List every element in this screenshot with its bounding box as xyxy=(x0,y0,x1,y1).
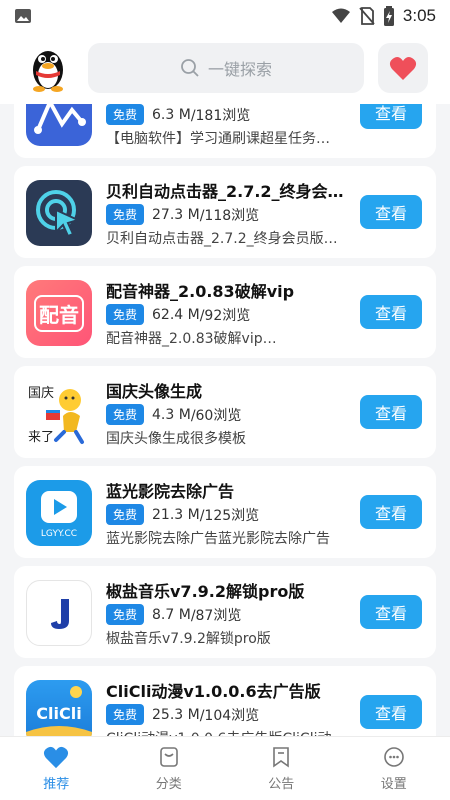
national-day-avatar-icon: 国庆 来了 xyxy=(26,380,92,446)
list-item[interactable]: 配音 配音神器_2.0.83破解vip 免费 62.4 M/92浏览 配音神器_… xyxy=(14,266,436,358)
app-views: /87浏览 xyxy=(190,607,242,624)
view-button[interactable]: 查看 xyxy=(360,595,422,629)
tab-label: 设置 xyxy=(380,777,407,792)
free-badge: 免费 xyxy=(106,304,145,325)
clock: 3:05 xyxy=(402,6,436,25)
no-sim-icon xyxy=(359,7,375,25)
list-item[interactable]: 国庆 来了 国庆头像生成 免费 4.3 M/60浏览 国庆头像生成很多模板 查看 xyxy=(14,366,436,458)
tab-category[interactable]: 分类 xyxy=(113,737,226,800)
app-desc: 国庆头像生成很多模板 xyxy=(106,431,246,447)
free-badge: 免费 xyxy=(106,204,145,225)
app-title: 配音神器_2.0.83破解vip xyxy=(106,282,295,301)
app-views: /60浏览 xyxy=(190,407,242,424)
peiyin-logo-icon: 配音 xyxy=(26,280,92,346)
app-size: 8.7 M xyxy=(152,606,191,623)
icon-label: LGYY.CC xyxy=(40,529,78,539)
icon-label: CliCli xyxy=(36,703,82,723)
view-button[interactable]: 查看 xyxy=(360,395,422,429)
search-icon xyxy=(181,59,199,77)
view-button[interactable]: 查看 xyxy=(360,495,422,529)
app-desc: CliCli动漫v1.0.0.6去广告版CliCli动… xyxy=(106,728,354,736)
tab-label: 公告 xyxy=(268,777,295,792)
app-size: 25.3 M xyxy=(152,706,200,723)
jiaoyan-music-icon xyxy=(26,580,92,646)
icon-label: 配音 xyxy=(34,294,84,332)
app-desc: 配音神器_2.0.83破解vip… xyxy=(106,331,277,347)
app-views: /104浏览 xyxy=(199,707,260,724)
bag-icon xyxy=(159,747,178,767)
app-desc: 蓝光影院去除广告蓝光影院去除广告 xyxy=(106,531,330,547)
app-views: /125浏览 xyxy=(199,507,260,524)
view-button[interactable]: 查看 xyxy=(360,295,422,329)
battery-charging-icon xyxy=(383,6,394,26)
app-views: /118浏览 xyxy=(199,207,260,224)
view-button[interactable]: 查看 xyxy=(360,195,422,229)
tab-announcement[interactable]: 公告 xyxy=(225,737,338,800)
app-views: /181浏览 xyxy=(190,107,251,124)
clicli-logo-icon: CliCli xyxy=(26,680,92,736)
app-title: 椒盐音乐v7.9.2解锁pro版 xyxy=(106,582,305,601)
free-badge: 免费 xyxy=(106,104,145,125)
avatar[interactable] xyxy=(22,42,74,94)
bookmark-icon xyxy=(273,747,290,768)
search-input[interactable]: 一键探索 xyxy=(88,43,364,93)
tab-label: 分类 xyxy=(155,777,182,792)
list-item[interactable]: 免费 6.3 M/181浏览 【电脑软件】学习通刷课超星任务… 查看 xyxy=(14,104,436,158)
list-item[interactable]: CliCli CliCli动漫v1.0.0.6去广告版 免费 25.3 M/10… xyxy=(14,666,436,736)
app-size: 4.3 M xyxy=(152,406,191,423)
app-size: 21.3 M xyxy=(152,506,200,523)
route-path-icon xyxy=(26,104,92,146)
header: 一键探索 xyxy=(0,32,450,104)
app-desc: 椒盐音乐v7.9.2解锁pro版 xyxy=(106,631,271,647)
favorites-button[interactable] xyxy=(378,43,428,93)
list-item[interactable]: 椒盐音乐v7.9.2解锁pro版 免费 8.7 M/87浏览 椒盐音乐v7.9.… xyxy=(14,566,436,658)
heart-icon xyxy=(389,57,417,80)
auto-click-cursor-icon xyxy=(26,180,92,246)
play-button-icon: LGYY.CC xyxy=(26,480,92,546)
app-desc: 【电脑软件】学习通刷课超星任务… xyxy=(106,131,330,147)
app-title: CliCli动漫v1.0.0.6去广告版 xyxy=(106,682,321,701)
free-badge: 免费 xyxy=(106,404,145,425)
list-item[interactable]: LGYY.CC 蓝光影院去除广告 免费 21.3 M/125浏览 蓝光影院去除广… xyxy=(14,466,436,558)
app-desc: 贝利自动点击器_2.7.2_终身会员版… xyxy=(106,231,338,247)
settings-face-icon xyxy=(383,747,404,767)
app-views: /92浏览 xyxy=(199,307,251,324)
qq-penguin-icon xyxy=(33,51,63,92)
bottom-nav: 推荐 分类 公告 设置 xyxy=(0,736,450,800)
app-list[interactable]: 免费 6.3 M/181浏览 【电脑软件】学习通刷课超星任务… 查看 贝利自动点… xyxy=(14,104,436,736)
view-button[interactable]: 查看 xyxy=(360,695,422,729)
app-title: 蓝光影院去除广告 xyxy=(106,482,235,501)
tab-settings[interactable]: 设置 xyxy=(338,737,450,800)
image-icon xyxy=(15,9,31,23)
status-bar: 3:05 xyxy=(0,0,450,32)
heart-icon xyxy=(44,746,69,769)
free-badge: 免费 xyxy=(106,604,145,625)
free-badge: 免费 xyxy=(106,504,145,525)
search-placeholder: 一键探索 xyxy=(207,60,272,79)
free-badge: 免费 xyxy=(106,704,145,725)
list-item[interactable]: 贝利自动点击器_2.7.2_终身会… 免费 27.3 M/118浏览 贝利自动点… xyxy=(14,166,436,258)
app-size: 27.3 M xyxy=(152,206,200,223)
app-size: 62.4 M xyxy=(152,306,200,323)
view-button[interactable]: 查看 xyxy=(360,104,422,129)
app-title: 贝利自动点击器_2.7.2_终身会… xyxy=(106,182,344,201)
app-size: 6.3 M xyxy=(152,106,191,123)
tab-label: 推荐 xyxy=(43,777,70,792)
tab-recommend[interactable]: 推荐 xyxy=(0,737,113,800)
wifi-icon xyxy=(331,8,350,23)
app-title: 国庆头像生成 xyxy=(106,382,203,401)
